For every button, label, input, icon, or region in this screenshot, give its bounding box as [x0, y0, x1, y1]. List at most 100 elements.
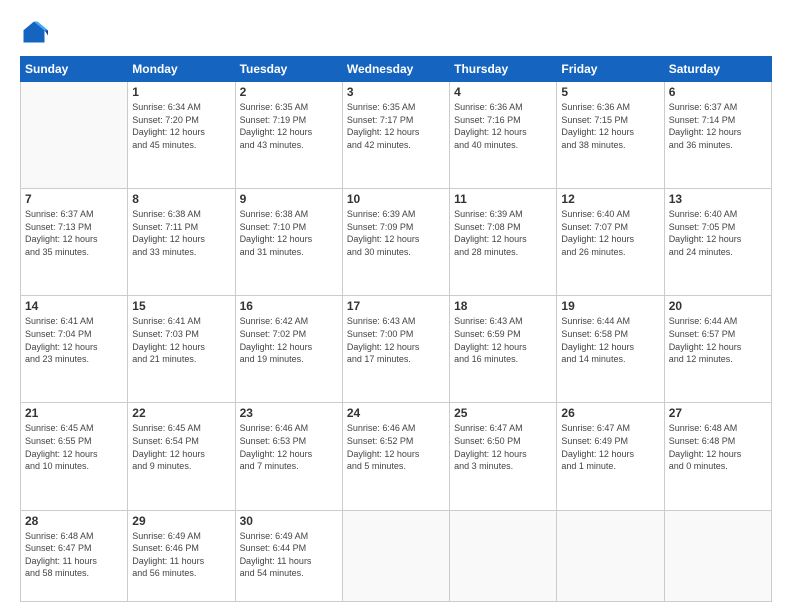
day-number: 30: [240, 514, 338, 528]
day-info: Sunrise: 6:35 AM Sunset: 7:17 PM Dayligh…: [347, 101, 445, 151]
day-info: Sunrise: 6:40 AM Sunset: 7:07 PM Dayligh…: [561, 208, 659, 258]
calendar-cell: 4Sunrise: 6:36 AM Sunset: 7:16 PM Daylig…: [450, 82, 557, 189]
calendar-cell: 19Sunrise: 6:44 AM Sunset: 6:58 PM Dayli…: [557, 296, 664, 403]
day-info: Sunrise: 6:46 AM Sunset: 6:52 PM Dayligh…: [347, 422, 445, 472]
day-number: 14: [25, 299, 123, 313]
day-number: 13: [669, 192, 767, 206]
day-info: Sunrise: 6:43 AM Sunset: 6:59 PM Dayligh…: [454, 315, 552, 365]
calendar-cell: 14 Sunrise: 6:41 AM Sunset: 7:04 PM Dayli…: [21, 296, 128, 403]
weekday-header-row: SundayMondayTuesdayWednesdayThursdayFrid…: [21, 57, 772, 82]
day-number: 6: [669, 85, 767, 99]
calendar-cell: 25 Sunrise: 6:47 AM Sunset: 6:50 PM Dayli…: [450, 403, 557, 510]
calendar-cell: [664, 510, 771, 601]
day-info: Sunrise: 6:36 AM Sunset: 7:16 PM Dayligh…: [454, 101, 552, 151]
calendar-cell: 20 Sunrise: 6:44 AM Sunset: 6:57 PM Dayli…: [664, 296, 771, 403]
calendar-week-5: 28Sunrise: 6:48 AM Sunset: 6:47 PM Dayli…: [21, 510, 772, 601]
day-info: Sunrise: 6:48 AM Sunset: 6:48 PM Dayligh…: [669, 422, 767, 472]
day-info: Sunrise: 6:45 AM Sunset: 6:55 PM Dayligh…: [25, 422, 123, 472]
calendar-week-2: 7 Sunrise: 6:37 AM Sunset: 7:13 PM Daylig…: [21, 189, 772, 296]
calendar-cell: 29Sunrise: 6:49 AM Sunset: 6:46 PM Dayli…: [128, 510, 235, 601]
day-number: 21: [25, 406, 123, 420]
day-info: Sunrise: 6:43 AM Sunset: 7:00 PM Dayligh…: [347, 315, 445, 365]
day-info: Sunrise: 6:35 AM Sunset: 7:19 PM Dayligh…: [240, 101, 338, 151]
day-info: Sunrise: 6:34 AM Sunset: 7:20 PM Dayligh…: [132, 101, 230, 151]
day-info: Sunrise: 6:36 AM Sunset: 7:15 PM Dayligh…: [561, 101, 659, 151]
day-info: Sunrise: 6:37 AM Sunset: 7:13 PM Dayligh…: [25, 208, 123, 258]
day-number: 9: [240, 192, 338, 206]
day-info: Sunrise: 6:42 AM Sunset: 7:02 PM Dayligh…: [240, 315, 338, 365]
day-number: 20: [669, 299, 767, 313]
calendar-cell: 27 Sunrise: 6:48 AM Sunset: 6:48 PM Dayli…: [664, 403, 771, 510]
calendar-cell: 23 Sunrise: 6:46 AM Sunset: 6:53 PM Dayli…: [235, 403, 342, 510]
day-number: 12: [561, 192, 659, 206]
day-info: Sunrise: 6:38 AM Sunset: 7:11 PM Dayligh…: [132, 208, 230, 258]
calendar-cell: 5Sunrise: 6:36 AM Sunset: 7:15 PM Daylig…: [557, 82, 664, 189]
day-number: 23: [240, 406, 338, 420]
weekday-header-wednesday: Wednesday: [342, 57, 449, 82]
calendar-cell: 15Sunrise: 6:41 AM Sunset: 7:03 PM Dayli…: [128, 296, 235, 403]
calendar-cell: 30Sunrise: 6:49 AM Sunset: 6:44 PM Dayli…: [235, 510, 342, 601]
day-info: Sunrise: 6:39 AM Sunset: 7:08 PM Dayligh…: [454, 208, 552, 258]
day-number: 11: [454, 192, 552, 206]
header: [20, 18, 772, 46]
calendar-cell: 8 Sunrise: 6:38 AM Sunset: 7:11 PM Daylig…: [128, 189, 235, 296]
day-number: 26: [561, 406, 659, 420]
day-number: 25: [454, 406, 552, 420]
day-number: 16: [240, 299, 338, 313]
calendar-cell: 7 Sunrise: 6:37 AM Sunset: 7:13 PM Daylig…: [21, 189, 128, 296]
weekday-header-monday: Monday: [128, 57, 235, 82]
calendar-cell: 24 Sunrise: 6:46 AM Sunset: 6:52 PM Dayli…: [342, 403, 449, 510]
weekday-header-tuesday: Tuesday: [235, 57, 342, 82]
calendar-cell: 3 Sunrise: 6:35 AM Sunset: 7:17 PM Daylig…: [342, 82, 449, 189]
calendar-cell: 17 Sunrise: 6:43 AM Sunset: 7:00 PM Dayli…: [342, 296, 449, 403]
calendar-cell: 12 Sunrise: 6:40 AM Sunset: 7:07 PM Dayli…: [557, 189, 664, 296]
calendar-cell: 28Sunrise: 6:48 AM Sunset: 6:47 PM Dayli…: [21, 510, 128, 601]
day-number: 7: [25, 192, 123, 206]
weekday-header-saturday: Saturday: [664, 57, 771, 82]
calendar-table: SundayMondayTuesdayWednesdayThursdayFrid…: [20, 56, 772, 602]
logo: [20, 18, 52, 46]
day-number: 2: [240, 85, 338, 99]
day-info: Sunrise: 6:46 AM Sunset: 6:53 PM Dayligh…: [240, 422, 338, 472]
day-info: Sunrise: 6:47 AM Sunset: 6:50 PM Dayligh…: [454, 422, 552, 472]
calendar-cell: 11 Sunrise: 6:39 AM Sunset: 7:08 PM Dayli…: [450, 189, 557, 296]
day-info: Sunrise: 6:48 AM Sunset: 6:47 PM Dayligh…: [25, 530, 123, 580]
day-number: 8: [132, 192, 230, 206]
calendar-cell: [342, 510, 449, 601]
day-number: 3: [347, 85, 445, 99]
calendar-week-1: 1 Sunrise: 6:34 AM Sunset: 7:20 PM Daylig…: [21, 82, 772, 189]
calendar-cell: 22 Sunrise: 6:45 AM Sunset: 6:54 PM Dayli…: [128, 403, 235, 510]
calendar-cell: [21, 82, 128, 189]
calendar-cell: 2 Sunrise: 6:35 AM Sunset: 7:19 PM Daylig…: [235, 82, 342, 189]
day-info: Sunrise: 6:39 AM Sunset: 7:09 PM Dayligh…: [347, 208, 445, 258]
calendar-cell: 13Sunrise: 6:40 AM Sunset: 7:05 PM Dayli…: [664, 189, 771, 296]
calendar-week-4: 21 Sunrise: 6:45 AM Sunset: 6:55 PM Dayli…: [21, 403, 772, 510]
calendar-cell: 21 Sunrise: 6:45 AM Sunset: 6:55 PM Dayli…: [21, 403, 128, 510]
day-number: 17: [347, 299, 445, 313]
weekday-header-thursday: Thursday: [450, 57, 557, 82]
day-number: 22: [132, 406, 230, 420]
day-info: Sunrise: 6:44 AM Sunset: 6:57 PM Dayligh…: [669, 315, 767, 365]
calendar-cell: 16 Sunrise: 6:42 AM Sunset: 7:02 PM Dayli…: [235, 296, 342, 403]
calendar-cell: 6 Sunrise: 6:37 AM Sunset: 7:14 PM Daylig…: [664, 82, 771, 189]
page: SundayMondayTuesdayWednesdayThursdayFrid…: [0, 0, 792, 612]
calendar-cell: 26 Sunrise: 6:47 AM Sunset: 6:49 PM Dayli…: [557, 403, 664, 510]
day-number: 27: [669, 406, 767, 420]
day-number: 24: [347, 406, 445, 420]
calendar-week-3: 14 Sunrise: 6:41 AM Sunset: 7:04 PM Dayli…: [21, 296, 772, 403]
day-info: Sunrise: 6:41 AM Sunset: 7:03 PM Dayligh…: [132, 315, 230, 365]
calendar-cell: 9 Sunrise: 6:38 AM Sunset: 7:10 PM Daylig…: [235, 189, 342, 296]
calendar-cell: 1 Sunrise: 6:34 AM Sunset: 7:20 PM Daylig…: [128, 82, 235, 189]
weekday-header-friday: Friday: [557, 57, 664, 82]
day-info: Sunrise: 6:38 AM Sunset: 7:10 PM Dayligh…: [240, 208, 338, 258]
day-info: Sunrise: 6:47 AM Sunset: 6:49 PM Dayligh…: [561, 422, 659, 472]
day-info: Sunrise: 6:41 AM Sunset: 7:04 PM Dayligh…: [25, 315, 123, 365]
logo-icon: [20, 18, 48, 46]
day-number: 1: [132, 85, 230, 99]
day-number: 18: [454, 299, 552, 313]
day-info: Sunrise: 6:37 AM Sunset: 7:14 PM Dayligh…: [669, 101, 767, 151]
day-number: 19: [561, 299, 659, 313]
calendar-cell: [450, 510, 557, 601]
calendar-cell: 18 Sunrise: 6:43 AM Sunset: 6:59 PM Dayli…: [450, 296, 557, 403]
day-info: Sunrise: 6:45 AM Sunset: 6:54 PM Dayligh…: [132, 422, 230, 472]
